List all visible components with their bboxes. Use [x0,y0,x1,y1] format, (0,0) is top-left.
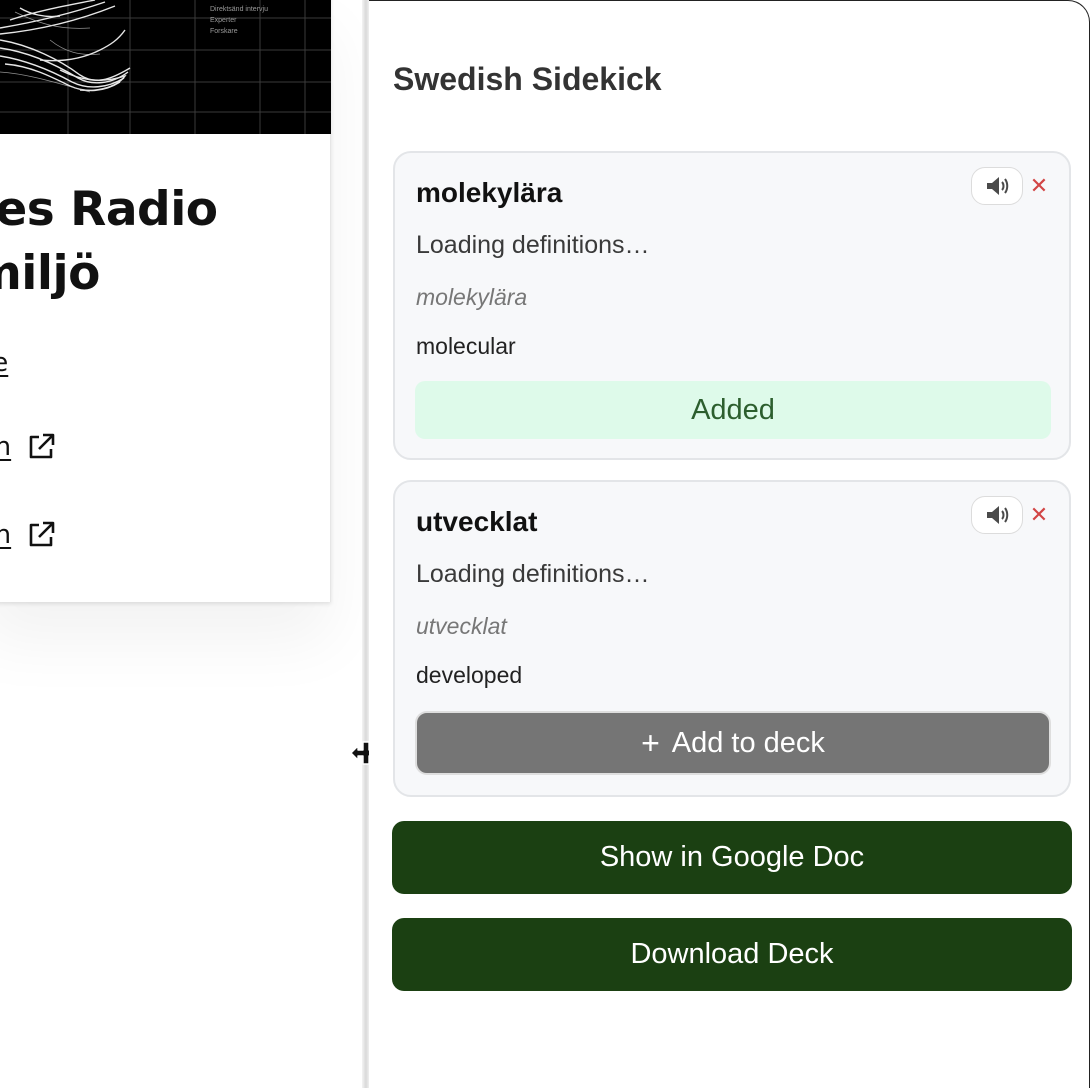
add-to-deck-label: Add to deck [671,726,825,759]
play-audio-button[interactable] [971,167,1023,205]
remove-word-button[interactable]: ✕ [1027,500,1051,530]
external-link[interactable]: dion [0,519,57,551]
background-webpage: Direktsänd intervju Experter Forskare ri… [0,0,366,1088]
word-lemma: molekylära [416,284,528,310]
speaker-icon [987,177,1009,195]
hero-legend: Direktsänd intervju Experter Forskare [210,4,268,37]
hero-legend-item: Direktsänd intervju [210,6,268,13]
external-link-label: dion [0,432,12,462]
external-link-icon [29,433,55,459]
website-link-label: o.se [0,348,9,378]
headline-line: h miljö [0,246,100,301]
hero-image: Direktsänd intervju Experter Forskare [0,0,331,134]
hero-artwork [0,0,331,134]
definition-status: Loading definitions… [416,231,650,259]
panel-title: Swedish Sidekick [393,61,662,97]
article-headline: riges Radio h miljö [0,178,218,306]
add-to-deck-button[interactable]: + Add to deck [415,711,1051,775]
word-lemma: utvecklat [416,613,507,639]
external-link-icon [29,521,55,547]
speaker-icon [987,506,1009,524]
close-icon: ✕ [1029,173,1049,199]
website-link[interactable]: o.se [0,348,8,378]
external-link[interactable]: dion [0,431,57,463]
word-card: utvecklat ✕ Loading definitions… utveckl… [393,480,1071,797]
sidekick-panel: Swedish Sidekick molekylära ✕ Loading de… [369,0,1090,1088]
external-link-label: dion [0,520,12,550]
show-in-google-doc-button[interactable]: Show in Google Doc [392,821,1072,894]
plus-icon: + [641,724,660,761]
panel-resize-handle[interactable] [362,0,369,1088]
definition-status: Loading definitions… [416,560,650,588]
added-badge: Added [415,381,1051,439]
word-translation: developed [416,662,523,688]
word-card: molekylära ✕ Loading definitions… moleky… [393,151,1071,460]
headline-line: riges Radio [0,182,218,237]
play-audio-button[interactable] [971,496,1023,534]
word-translation: molecular [416,333,516,359]
word-title: molekylära [416,177,563,208]
hero-legend-item: Forskare [210,28,238,35]
download-deck-button[interactable]: Download Deck [392,918,1072,991]
close-icon: ✕ [1029,502,1049,528]
word-title: utvecklat [416,506,538,537]
remove-word-button[interactable]: ✕ [1027,171,1051,201]
hero-legend-item: Experter [210,17,237,24]
